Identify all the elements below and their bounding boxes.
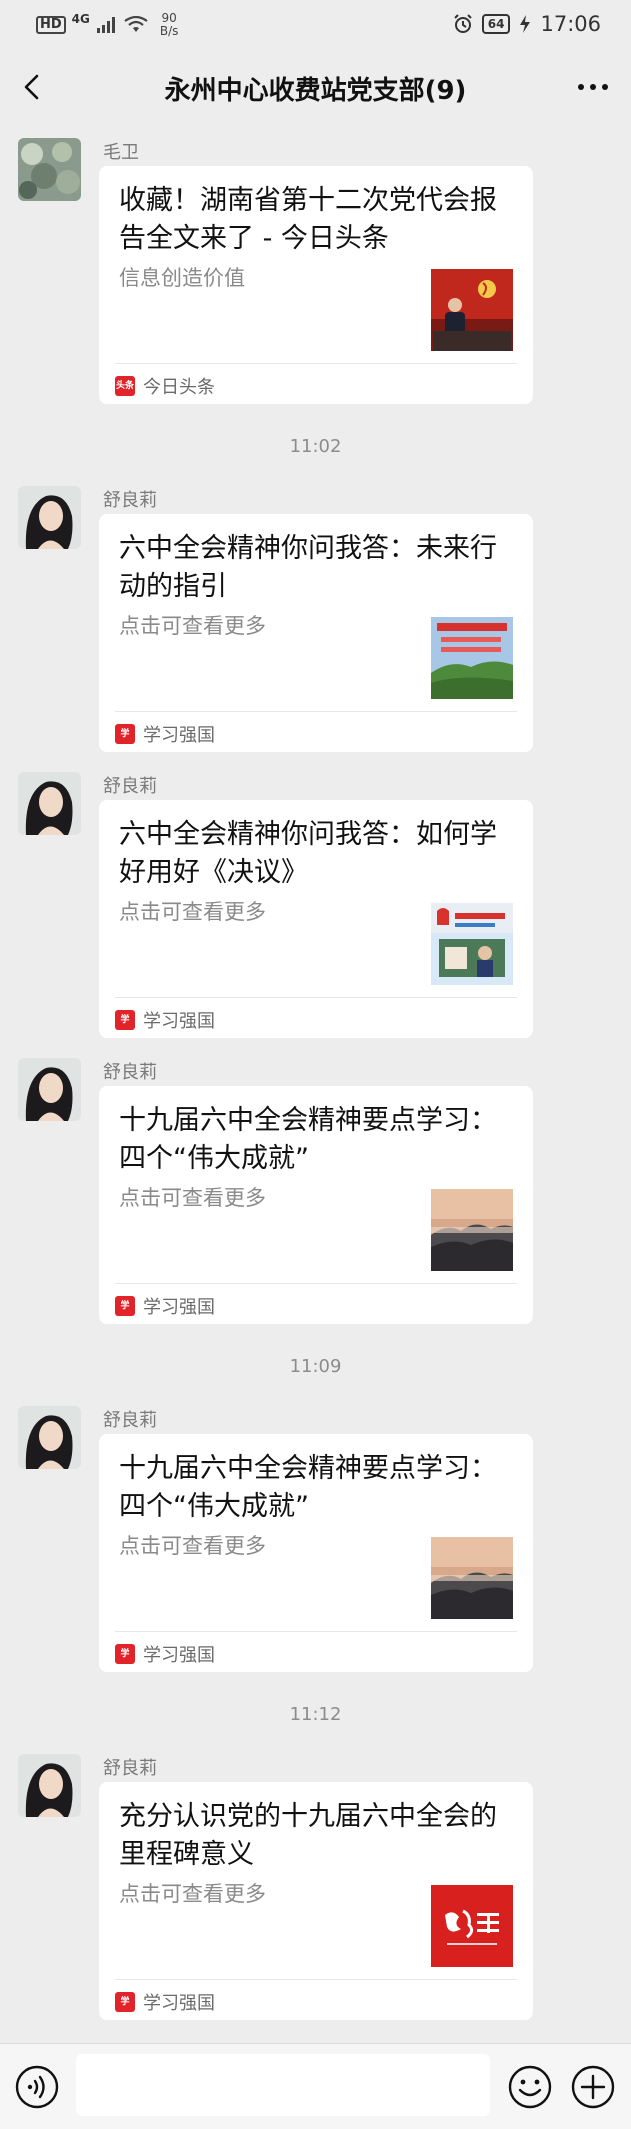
speed-unit: B/s [159, 24, 179, 38]
card-divider [115, 1283, 517, 1284]
voice-icon[interactable] [14, 2064, 60, 2110]
article-title: 收藏！湖南省第十二次党代会报告全文来了 - 今日头条 [119, 185, 497, 254]
xuexi-qiangguo-icon: 学 [115, 1296, 135, 1316]
message-input[interactable] [76, 2054, 490, 2116]
sender-name: 舒良莉 [103, 776, 157, 797]
battery-indicator: 64 [481, 14, 511, 34]
emoji-icon[interactable] [507, 2064, 553, 2110]
article-source: 学 学习强国 [115, 1293, 215, 1319]
wifi-icon [124, 16, 148, 32]
article-description: 点击可查看更多 [119, 614, 266, 638]
time-separator: 11:12 [289, 1704, 342, 1725]
article-title: 十九届六中全会精神要点学习：四个“伟大成就” [119, 1453, 497, 1522]
alarm-icon [454, 14, 472, 33]
article-description: 点击可查看更多 [119, 1186, 266, 1210]
sender-name: 舒良莉 [103, 1062, 157, 1083]
avatar[interactable] [18, 486, 81, 549]
card-divider [115, 363, 517, 364]
plus-circle-icon[interactable] [570, 2064, 616, 2110]
toutiao-icon: 头条 [115, 376, 135, 396]
avatar[interactable] [18, 1406, 81, 1469]
input-bar [0, 2043, 631, 2129]
article-card[interactable]: 十九届六中全会精神要点学习：四个“伟大成就” 点击可查看更多 学 学习强国 [99, 1086, 533, 1324]
avatar[interactable] [18, 138, 81, 201]
xuexi-qiangguo-logo [431, 1885, 513, 1967]
article-source: 学 学习强国 [115, 721, 215, 747]
chat-header: 永州中心收费站党支部(9) [0, 52, 631, 122]
time-separator: 11:09 [289, 1356, 342, 1377]
source-label: 学习强国 [143, 1645, 215, 1666]
card-divider [115, 1631, 517, 1632]
article-card[interactable]: 十九届六中全会精神要点学习：四个“伟大成就” 点击可查看更多 学 学习强国 [99, 1434, 533, 1672]
article-thumbnail [431, 617, 513, 699]
article-thumbnail [431, 903, 513, 985]
article-source: 学 学习强国 [115, 1989, 215, 2015]
xuexi-qiangguo-icon: 学 [115, 1644, 135, 1664]
card-divider [115, 1979, 517, 1980]
article-source: 学 学习强国 [115, 1007, 215, 1033]
clock-time: 17:06 [540, 12, 601, 36]
article-thumbnail [431, 1189, 513, 1271]
sender-name: 舒良莉 [103, 490, 157, 511]
article-card[interactable]: 收藏！湖南省第十二次党代会报告全文来了 - 今日头条 信息创造价值 头条 今日头… [99, 166, 533, 404]
article-thumbnail [431, 1537, 513, 1619]
source-label: 学习强国 [143, 725, 215, 746]
article-description: 点击可查看更多 [119, 900, 266, 924]
charging-icon [520, 15, 531, 33]
card-divider [115, 997, 517, 998]
article-card[interactable]: 六中全会精神你问我答：未来行动的指引 点击可查看更多 学 学习强国 [99, 514, 533, 752]
article-source: 头条 今日头条 [115, 373, 215, 399]
hd-indicator: HD [36, 16, 66, 34]
source-label: 今日头条 [143, 377, 215, 398]
signal-icon [96, 17, 115, 33]
source-label: 学习强国 [143, 1297, 215, 1318]
time-separator: 11:02 [289, 436, 342, 457]
sender-name: 舒良莉 [103, 1758, 157, 1779]
chat-title: 永州中心收费站党支部(9) [164, 76, 467, 106]
article-card[interactable]: 充分认识党的十九届六中全会的里程碑意义 点击可查看更多 学 学习强国 [99, 1782, 533, 2020]
article-title: 十九届六中全会精神要点学习：四个“伟大成就” [119, 1105, 497, 1174]
xuexi-qiangguo-icon: 学 [115, 1992, 135, 2012]
article-description: 点击可查看更多 [119, 1534, 266, 1558]
card-divider [115, 711, 517, 712]
article-description: 点击可查看更多 [119, 1882, 266, 1906]
sender-name: 舒良莉 [103, 1410, 157, 1431]
xuexi-qiangguo-icon: 学 [115, 724, 135, 744]
article-description: 信息创造价值 [119, 266, 245, 290]
source-label: 学习强国 [143, 1993, 215, 2014]
network-type: 4G [71, 12, 90, 26]
avatar[interactable] [18, 772, 81, 835]
article-title: 六中全会精神你问我答：未来行动的指引 [119, 533, 497, 602]
avatar[interactable] [18, 1058, 81, 1121]
article-source: 学 学习强国 [115, 1641, 215, 1667]
network-speed: 90 B/s [160, 12, 179, 38]
article-card[interactable]: 六中全会精神你问我答：如何学好用好《决议》 点击可查看更多 学 学习强国 [99, 800, 533, 1038]
xuexi-qiangguo-icon: 学 [115, 1010, 135, 1030]
status-bar: HD 4G 90 B/s 64 17:06 [0, 0, 631, 52]
article-title: 充分认识党的十九届六中全会的里程碑意义 [119, 1801, 497, 1870]
source-label: 学习强国 [143, 1011, 215, 1032]
avatar[interactable] [18, 1754, 81, 1817]
article-thumbnail [431, 269, 513, 351]
more-dots-icon[interactable] [571, 68, 615, 106]
article-title: 六中全会精神你问我答：如何学好用好《决议》 [119, 819, 497, 888]
sender-name: 毛卫 [103, 142, 139, 163]
